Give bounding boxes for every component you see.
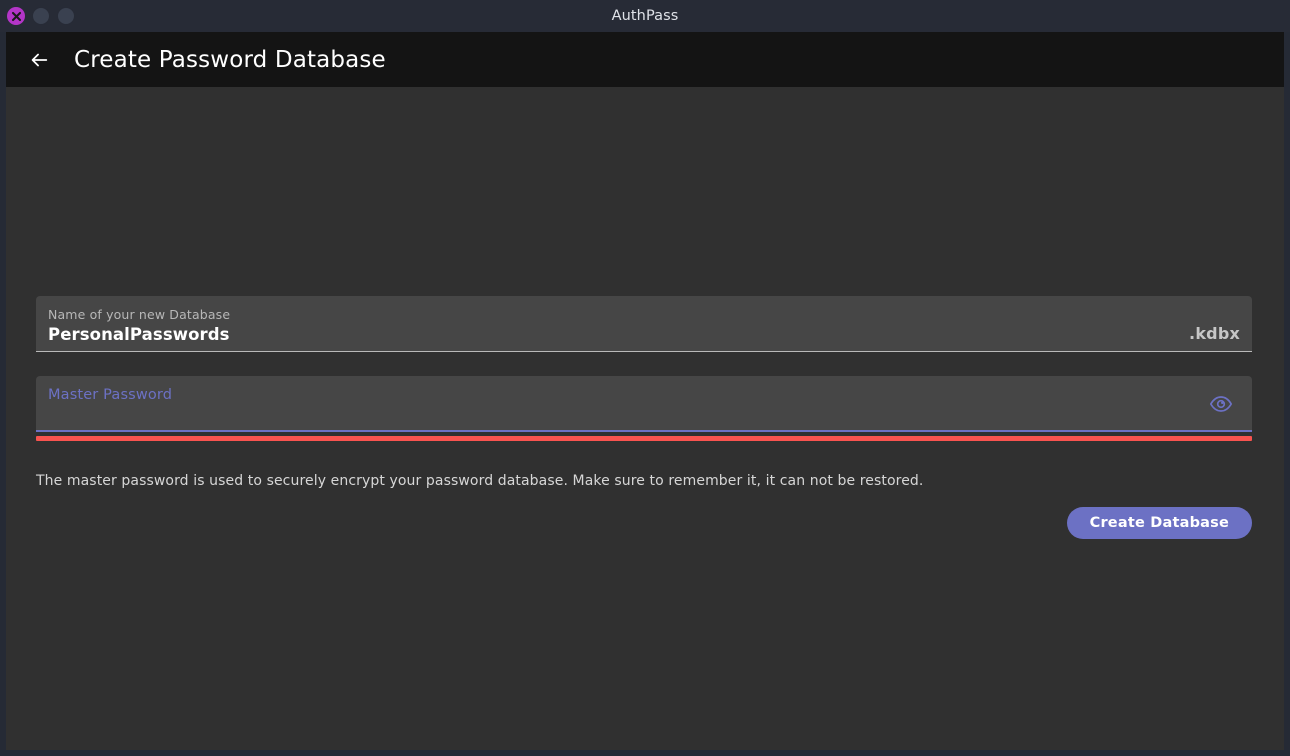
master-password-error-indicator	[36, 436, 1252, 441]
create-database-button[interactable]: Create Database	[1066, 507, 1252, 539]
close-icon	[11, 11, 21, 21]
database-name-label: Name of your new Database	[48, 307, 231, 322]
toggle-password-visibility-button[interactable]	[1204, 387, 1238, 421]
window-title: AuthPass	[611, 8, 679, 24]
form-actions: Create Database	[36, 507, 1252, 539]
database-name-field[interactable]: Name of your new Database PersonalPasswo…	[36, 296, 1252, 352]
app-window: AuthPass Create Password Database Name o…	[0, 0, 1290, 756]
master-password-helper-text: The master password is used to securely …	[36, 473, 924, 489]
app-bar: Create Password Database	[6, 32, 1284, 87]
back-button[interactable]	[15, 36, 63, 84]
master-password-input[interactable]: Master Password	[48, 387, 172, 421]
database-name-suffix: .kdbx	[1189, 324, 1240, 343]
eye-icon	[1209, 395, 1233, 412]
minimize-button[interactable]	[32, 7, 50, 25]
page-title: Create Password Database	[74, 46, 386, 73]
master-password-block: Master Password	[36, 376, 1252, 441]
maximize-button[interactable]	[57, 7, 75, 25]
title-bar: AuthPass	[0, 0, 1290, 32]
database-name-left: Name of your new Database PersonalPasswo…	[48, 307, 230, 345]
arrow-left-icon	[31, 53, 48, 66]
close-button[interactable]	[7, 7, 25, 25]
master-password-field[interactable]: Master Password	[36, 376, 1252, 432]
database-name-underline	[36, 351, 1252, 352]
database-name-inner: Name of your new Database PersonalPasswo…	[48, 307, 1240, 352]
master-password-underline	[36, 430, 1252, 432]
window-controls	[7, 0, 75, 32]
page-content: Name of your new Database PersonalPasswo…	[6, 87, 1284, 750]
create-database-form: Name of your new Database PersonalPasswo…	[36, 296, 1252, 539]
master-password-inner: Master Password	[48, 376, 1240, 432]
database-name-input[interactable]: PersonalPasswords	[48, 324, 230, 345]
